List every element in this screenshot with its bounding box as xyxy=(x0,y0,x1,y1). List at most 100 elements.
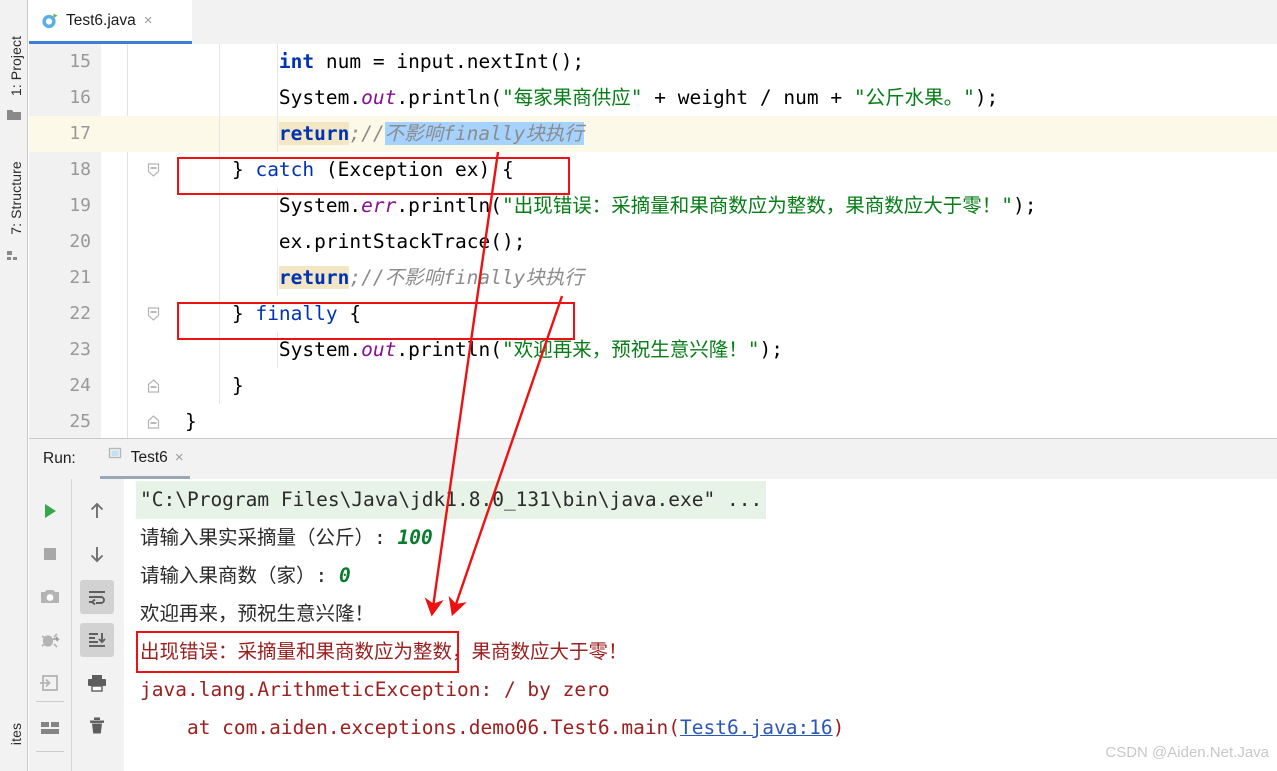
console-text: 欢迎再来，预祝生意兴隆！ xyxy=(140,602,375,625)
indent-guide xyxy=(219,224,220,260)
editor-tab-bar: Test6.java × xyxy=(29,0,1277,44)
watermark: CSDN @Aiden.Net.Java xyxy=(1105,744,1269,761)
editor-line[interactable]: 17 return;//不影响finally块执行 xyxy=(29,116,1277,152)
line-content: } xyxy=(185,368,244,404)
line-number: 17 xyxy=(69,123,91,144)
code-token: ;//不影响finally块执行 xyxy=(349,266,584,289)
editor-tab-test6[interactable]: Test6.java × xyxy=(29,0,192,44)
editor-line[interactable]: 20 ex.printStackTrace(); xyxy=(29,224,1277,260)
line-number: 25 xyxy=(69,411,91,432)
console-text: at com.aiden.exceptions.demo06.Test6.mai… xyxy=(140,716,681,739)
code-token: int xyxy=(278,50,315,73)
code-token: 不影响finally块执行 xyxy=(384,122,584,145)
editor-line[interactable]: 23 System.out.println("欢迎再来，预祝生意兴隆！"); xyxy=(29,332,1277,368)
indent-guide xyxy=(219,152,220,188)
camera-icon[interactable] xyxy=(33,580,67,614)
console-text: 请输入果商数（家）: xyxy=(140,564,339,587)
layout-icon[interactable] xyxy=(33,711,67,745)
editor-line[interactable]: 24 } xyxy=(29,368,1277,404)
line-content: ex.printStackTrace(); xyxy=(185,224,526,260)
run-toolbar-secondary xyxy=(72,479,124,771)
printer-icon[interactable] xyxy=(80,666,114,700)
code-token: System. xyxy=(185,86,362,109)
code-token: .println( xyxy=(396,86,503,109)
indent-guide xyxy=(277,116,278,152)
code-token: "每家果商供应" xyxy=(502,86,643,109)
scroll-end-icon[interactable] xyxy=(80,623,114,657)
tool-window-project[interactable]: 1: Project xyxy=(8,23,24,109)
stack-trace-link[interactable]: Test6.java:16 xyxy=(680,716,833,739)
console-text: 100 xyxy=(397,526,433,549)
run-tool-window: Run: Test6 × "C:\Program Files\Java\jdk1… xyxy=(29,438,1277,771)
arrow-up-icon[interactable] xyxy=(80,494,114,528)
tool-window-structure-label: 7: Structure xyxy=(8,161,24,235)
line-content: } xyxy=(185,404,197,438)
console-text: 0 xyxy=(338,564,351,587)
tool-window-structure[interactable]: 7: Structure xyxy=(8,155,24,241)
code-fold-marker[interactable] xyxy=(147,415,160,429)
line-number: 16 xyxy=(69,87,91,108)
editor-line[interactable]: 18 } catch (Exception ex) { xyxy=(29,152,1277,188)
ide-window: 1: Project 7: Structure ites Test6.java … xyxy=(0,0,1277,771)
indent-guide xyxy=(219,80,220,116)
line-number: 18 xyxy=(69,159,91,180)
code-token: out xyxy=(361,86,397,109)
code-token: return xyxy=(278,122,350,145)
close-icon[interactable]: × xyxy=(144,13,153,28)
code-token: (Exception ex) { xyxy=(314,158,514,181)
tool-window-favorites[interactable]: ites xyxy=(8,691,24,771)
indent-guide xyxy=(219,188,220,224)
console-output[interactable]: "C:\Program Files\Java\jdk1.8.0_131\bin\… xyxy=(124,479,1277,771)
editor-line[interactable]: 15 int num = input.nextInt(); xyxy=(29,44,1277,80)
line-content: return;//不影响finally块执行 xyxy=(185,116,584,152)
editor-line[interactable]: 19 System.err.println("出现错误：采摘量和果商数应为整数，… xyxy=(29,188,1277,224)
line-content: return;//不影响finally块执行 xyxy=(185,260,584,296)
stop-button[interactable] xyxy=(33,537,67,571)
code-token: .println( xyxy=(396,338,503,361)
code-editor[interactable]: 15 int num = input.nextInt(); 16 System.o… xyxy=(29,44,1277,438)
console-line: 请输入果实采摘量（公斤）: 100 xyxy=(140,519,433,557)
console-line: at com.aiden.exceptions.demo06.Test6.mai… xyxy=(140,709,844,747)
project-folder-icon xyxy=(6,108,22,127)
arrow-down-icon[interactable] xyxy=(80,537,114,571)
line-content: } finally { xyxy=(185,296,361,332)
export-icon[interactable] xyxy=(33,666,67,700)
console-line: 欢迎再来，预祝生意兴隆！ xyxy=(140,595,374,633)
code-token: ex.printStackTrace(); xyxy=(185,230,526,253)
java-class-icon xyxy=(41,12,59,30)
toolbar-divider xyxy=(36,701,64,702)
code-fold-marker[interactable] xyxy=(147,307,160,321)
console-line: 请输入果商数（家）: 0 xyxy=(140,557,351,595)
code-token: catch xyxy=(255,158,315,181)
run-tab-test6[interactable]: Test6 × xyxy=(99,439,190,479)
console-text: 出现错误：采摘量和果商数应为整数，果商数应大于零！ xyxy=(140,640,628,663)
editor-line[interactable]: 25} xyxy=(29,404,1277,438)
soft-wrap-icon[interactable] xyxy=(80,580,114,614)
code-fold-marker[interactable] xyxy=(147,379,160,393)
line-number: 21 xyxy=(69,267,91,288)
code-fold-marker[interactable] xyxy=(147,163,160,177)
bug-icon[interactable] xyxy=(33,623,67,657)
editor-line[interactable]: 21 return;//不影响finally块执行 xyxy=(29,260,1277,296)
code-token: err xyxy=(361,194,397,217)
editor-line[interactable]: 22 } finally { xyxy=(29,296,1277,332)
line-number: 23 xyxy=(69,339,91,360)
rerun-button[interactable] xyxy=(33,494,67,528)
code-token: } xyxy=(185,374,244,397)
console-text: java.lang.ArithmeticException: / by zero xyxy=(140,678,610,701)
code-token: ;// xyxy=(349,122,385,145)
trash-icon[interactable] xyxy=(80,709,114,743)
console-text: "C:\Program Files\Java\jdk1.8.0_131\bin\… xyxy=(140,488,763,511)
tool-window-project-label: 1: Project xyxy=(8,35,24,97)
code-token: System. xyxy=(185,338,362,361)
line-number: 15 xyxy=(69,51,91,72)
indent-guide xyxy=(219,44,220,80)
code-token: finally xyxy=(255,302,338,325)
editor-line[interactable]: 16 System.out.println("每家果商供应" + weight … xyxy=(29,80,1277,116)
indent-guide xyxy=(219,368,220,404)
close-icon[interactable]: × xyxy=(175,449,184,466)
indent-guide xyxy=(277,332,278,368)
run-tab-label: Test6 xyxy=(130,448,168,466)
